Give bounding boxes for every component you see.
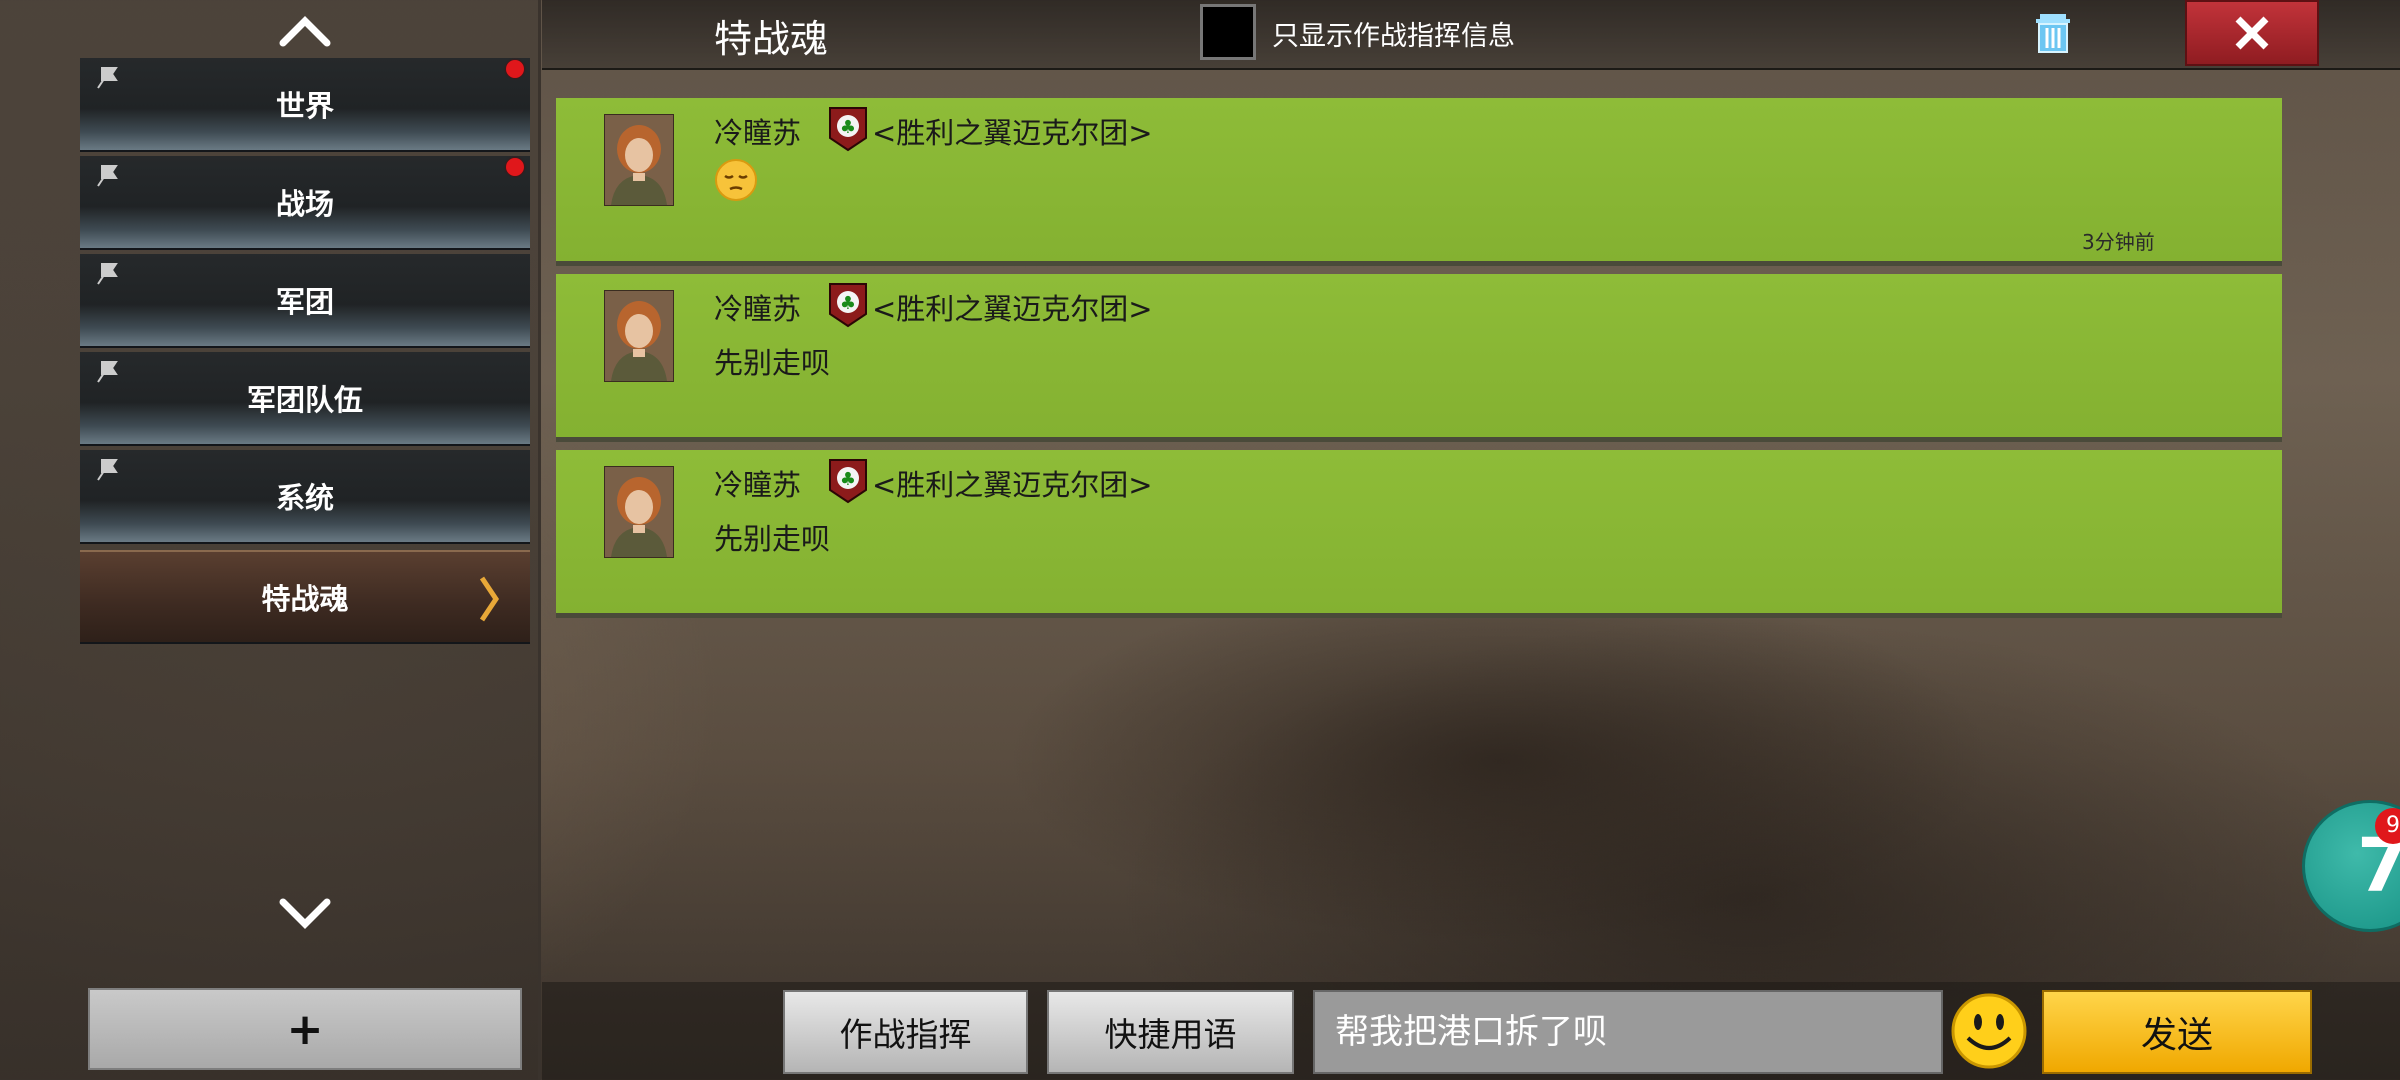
legion-name: <胜利之翼迈克尔团> [872, 292, 1153, 326]
message-input[interactable]: 帮我把港口拆了呗 [1313, 990, 1943, 1074]
scroll-up-arrow-icon[interactable] [275, 10, 335, 50]
chat-message: 冷瞳苏 ♣ <胜利之翼迈克尔团> 先别走呗 [556, 274, 2282, 442]
unread-dot-icon [506, 158, 524, 176]
sender-name[interactable]: 冷瞳苏 [714, 110, 801, 152]
pin-icon [97, 459, 118, 481]
channel-label: 特战魂 [261, 582, 349, 616]
channel-tab-battlefield[interactable]: 战场 [80, 156, 530, 250]
pensive-face-emoji-icon [715, 159, 757, 201]
pin-icon [97, 165, 118, 187]
message-text: 先别走呗 [714, 522, 831, 556]
add-channel-button[interactable]: + [88, 988, 522, 1070]
chevron-right-icon [479, 576, 500, 622]
emoji-picker-icon[interactable] [1950, 992, 2028, 1070]
trash-icon[interactable] [2030, 10, 2076, 56]
unread-dot-icon [506, 60, 524, 78]
channel-label: 军团队伍 [246, 383, 363, 417]
battle-command-button[interactable]: 作战指挥 [783, 990, 1028, 1074]
legion-badge-icon: ♣ [829, 459, 867, 504]
avatar[interactable] [604, 290, 674, 382]
channel-label: 军团 [275, 285, 334, 319]
pin-icon [97, 263, 118, 285]
command-only-label: 只显示作战指挥信息 [1272, 21, 1515, 52]
pin-icon [97, 67, 118, 89]
chat-message: 冷瞳苏 ♣ <胜利之翼迈克尔团> 3分钟前 [556, 98, 2282, 266]
sender-name[interactable]: 冷瞳苏 [714, 286, 801, 328]
legion-name: <胜利之翼迈克尔团> [872, 468, 1153, 502]
sender-name[interactable]: 冷瞳苏 [714, 462, 801, 504]
channel-tab-world[interactable]: 世界 [80, 58, 530, 152]
channel-tab-system[interactable]: 系统 [80, 450, 530, 544]
channel-tab-legion-team[interactable]: 军团队伍 [80, 352, 530, 446]
command-only-checkbox[interactable] [1200, 4, 1256, 60]
legion-badge-icon: ♣ [829, 283, 867, 328]
message-text: 先别走呗 [714, 346, 831, 380]
quick-phrases-button[interactable]: 快捷用语 [1047, 990, 1294, 1074]
pin-icon [97, 361, 118, 383]
channel-label: 系统 [275, 481, 334, 515]
page-title: 特战魂 [714, 17, 829, 61]
send-button[interactable]: 发送 [2042, 990, 2312, 1074]
avatar[interactable] [604, 114, 674, 206]
chat-header: 特战魂 只显示作战指挥信息 [542, 0, 2400, 70]
scroll-down-arrow-icon[interactable] [275, 895, 335, 935]
channel-label: 世界 [275, 89, 334, 123]
avatar[interactable] [604, 466, 674, 558]
channel-sidebar: 世界 战场 军团 军团队伍 系统 特战魂 + [0, 0, 541, 1080]
close-icon [2235, 16, 2269, 50]
svg-text:♣: ♣ [840, 117, 856, 138]
svg-text:♣: ♣ [840, 469, 856, 490]
channel-tab-special-forces[interactable]: 特战魂 [80, 550, 530, 644]
channel-label: 战场 [275, 187, 334, 221]
close-button[interactable] [2185, 0, 2319, 66]
legion-badge-icon: ♣ [829, 107, 867, 152]
channel-tab-legion[interactable]: 军团 [80, 254, 530, 348]
message-timestamp: 3分钟前 [2082, 230, 2155, 254]
svg-text:♣: ♣ [840, 293, 856, 314]
legion-name: <胜利之翼迈克尔团> [872, 116, 1153, 150]
chat-message: 冷瞳苏 ♣ <胜利之翼迈克尔团> 先别走呗 [556, 450, 2282, 618]
